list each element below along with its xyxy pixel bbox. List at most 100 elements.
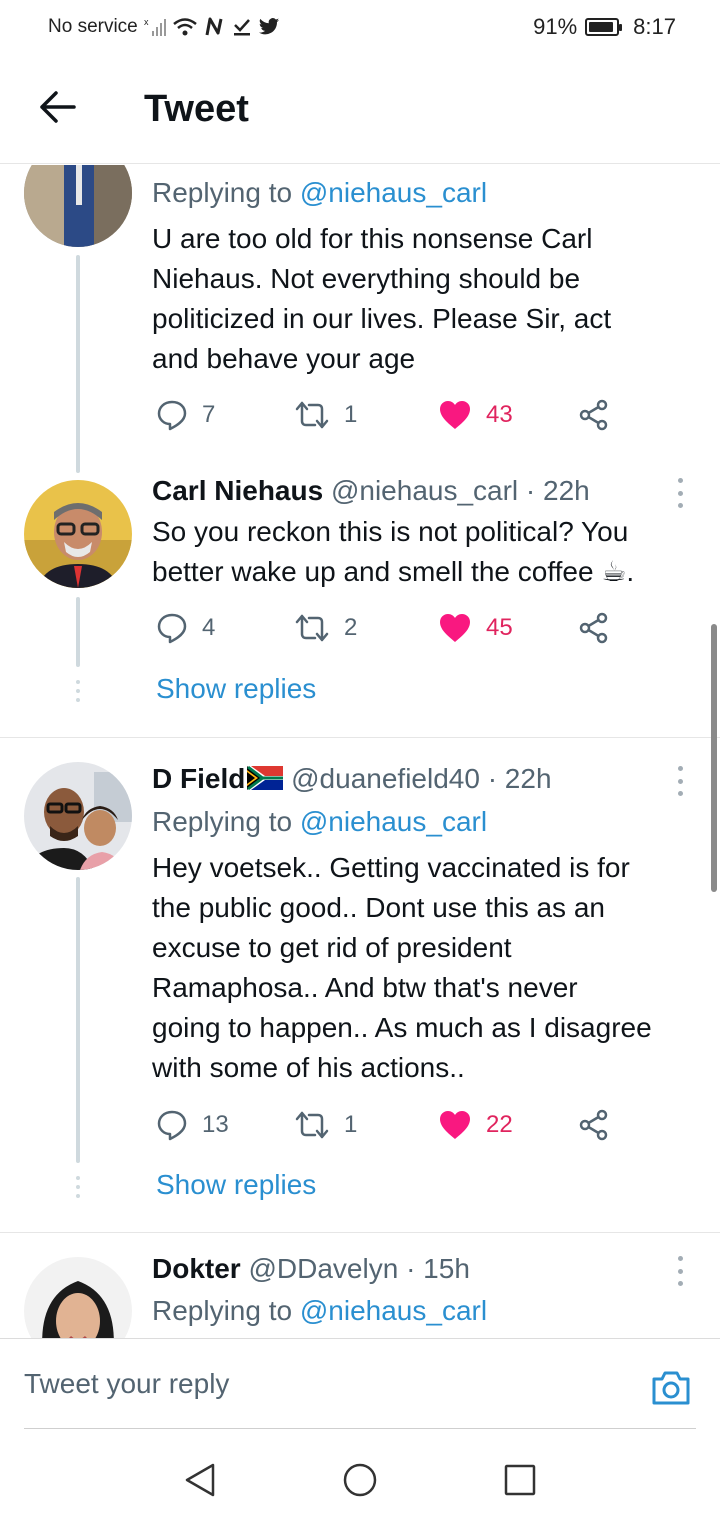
like-count: 45 xyxy=(486,614,513,641)
divider xyxy=(0,1232,720,1233)
thread-line xyxy=(76,255,80,473)
svg-text:x: x xyxy=(144,17,149,27)
author-handle-time: @DDavelyn · 15h xyxy=(240,1253,470,1284)
carrier-label: No service xyxy=(48,16,138,37)
reply-count: 4 xyxy=(202,614,216,641)
show-replies-link[interactable]: Show replies xyxy=(156,1169,316,1201)
retweet-icon xyxy=(295,614,329,642)
more-options-button[interactable] xyxy=(668,766,692,796)
status-right: 91% 8:17 xyxy=(533,14,676,40)
retweet-count: 1 xyxy=(344,401,358,428)
nav-home-button[interactable] xyxy=(340,1460,380,1500)
replying-to-link[interactable]: @niehaus_carl xyxy=(300,1295,487,1326)
thread-line xyxy=(76,877,80,1163)
app-header: Tweet xyxy=(0,56,720,164)
like-button[interactable]: 22 xyxy=(438,1105,513,1145)
triangle-back-icon xyxy=(185,1463,215,1497)
replying-to: Replying to @niehaus_carl xyxy=(152,177,488,208)
like-count: 43 xyxy=(486,401,513,428)
tweet-text: So you reckon this is not political? You… xyxy=(152,516,635,587)
replying-to-link[interactable]: @niehaus_carl xyxy=(300,177,487,208)
author-handle-time: @duanefield40 · 22h xyxy=(283,763,552,794)
reply-composer xyxy=(0,1338,720,1430)
tweet-actions: 13 1 22 xyxy=(152,1105,622,1145)
reply-underline xyxy=(24,1428,696,1429)
thread-dots xyxy=(76,1176,80,1198)
thread-line xyxy=(76,597,80,667)
tweet-text: U are too old for this nonsense Carl Nie… xyxy=(152,223,612,374)
share-button[interactable] xyxy=(578,395,610,435)
reply-button[interactable]: 13 xyxy=(156,1105,229,1145)
scrollbar[interactable] xyxy=(711,624,717,892)
retweet-button[interactable]: 1 xyxy=(294,395,357,435)
nav-recents-button[interactable] xyxy=(500,1460,540,1500)
like-button[interactable]: 43 xyxy=(438,395,513,435)
heart-filled-icon xyxy=(440,614,470,642)
author-handle-time: @niehaus_carl · 22h xyxy=(323,475,590,506)
share-icon xyxy=(579,1109,608,1141)
author-name: Carl Niehaus xyxy=(152,475,324,506)
author-name: D Field xyxy=(152,763,246,794)
avatar[interactable] xyxy=(24,165,132,247)
no-signal-icon: x xyxy=(144,17,166,36)
status-bar: No service x 91% 8:17 xyxy=(0,0,720,56)
nfc-icon xyxy=(205,17,223,36)
comment-icon xyxy=(157,613,187,644)
tweet-reply-input[interactable] xyxy=(24,1359,624,1409)
clock: 8:17 xyxy=(633,14,676,39)
reply-thread[interactable]: Replying to @niehaus_carl U are too old … xyxy=(0,165,720,1338)
battery-icon xyxy=(585,18,623,36)
avatar[interactable] xyxy=(24,762,132,870)
tweet-author[interactable]: Dokter @DDavelyn · 15h xyxy=(152,1253,470,1285)
status-left: No service x xyxy=(48,16,280,38)
south-africa-flag-icon xyxy=(247,765,284,797)
tweet-actions: 4 2 45 xyxy=(152,608,622,648)
reply-count: 7 xyxy=(202,401,216,428)
show-replies-link[interactable]: Show replies xyxy=(156,673,316,705)
share-icon xyxy=(579,612,608,644)
retweet-icon xyxy=(295,1111,329,1139)
page-title: Tweet xyxy=(144,88,249,130)
heart-filled-icon xyxy=(440,1111,470,1139)
reply-button[interactable]: 7 xyxy=(156,395,215,435)
retweet-button[interactable]: 2 xyxy=(294,608,357,648)
thread-dots xyxy=(76,680,80,702)
heart-filled-icon xyxy=(440,401,470,429)
retweet-icon xyxy=(295,401,329,429)
replying-to: Replying to @niehaus_carl xyxy=(152,1295,488,1326)
divider xyxy=(0,737,720,738)
share-button[interactable] xyxy=(578,1105,610,1145)
arrow-left-icon xyxy=(40,91,76,123)
like-button[interactable]: 45 xyxy=(438,608,513,648)
share-icon xyxy=(579,399,608,431)
retweet-count: 2 xyxy=(344,614,358,641)
camera-button[interactable] xyxy=(650,1369,692,1411)
retweet-button[interactable]: 1 xyxy=(294,1105,357,1145)
camera-icon xyxy=(652,1371,690,1405)
replying-to: Replying to @niehaus_carl xyxy=(152,806,488,837)
tweet-text: Hey voetsek.. Getting vaccinated is for … xyxy=(152,852,652,1083)
retweet-count: 1 xyxy=(344,1111,358,1138)
download-done-icon xyxy=(233,19,250,36)
circle-home-icon xyxy=(343,1463,377,1497)
reply-count: 13 xyxy=(202,1111,229,1138)
avatar[interactable] xyxy=(24,1257,132,1338)
avatar[interactable] xyxy=(24,480,132,588)
system-nav-bar xyxy=(0,1432,720,1520)
tweet-author[interactable]: D Field @duanefield40 · 22h xyxy=(152,763,552,797)
replying-to-link[interactable]: @niehaus_carl xyxy=(300,806,487,837)
back-button[interactable] xyxy=(36,86,78,128)
battery-percent: 91% xyxy=(533,14,578,39)
reply-button[interactable]: 4 xyxy=(156,608,215,648)
twitter-notification-icon xyxy=(258,18,279,35)
more-options-button[interactable] xyxy=(668,1256,692,1286)
tweet-author[interactable]: Carl Niehaus @niehaus_carl · 22h xyxy=(152,475,590,507)
like-count: 22 xyxy=(486,1111,513,1138)
author-name: Dokter xyxy=(152,1253,241,1284)
square-recents-icon xyxy=(504,1464,536,1496)
tweet-actions: 7 1 43 xyxy=(152,395,622,435)
share-button[interactable] xyxy=(578,608,610,648)
comment-icon xyxy=(157,1110,187,1141)
more-options-button[interactable] xyxy=(668,478,692,508)
nav-back-button[interactable] xyxy=(180,1460,220,1500)
